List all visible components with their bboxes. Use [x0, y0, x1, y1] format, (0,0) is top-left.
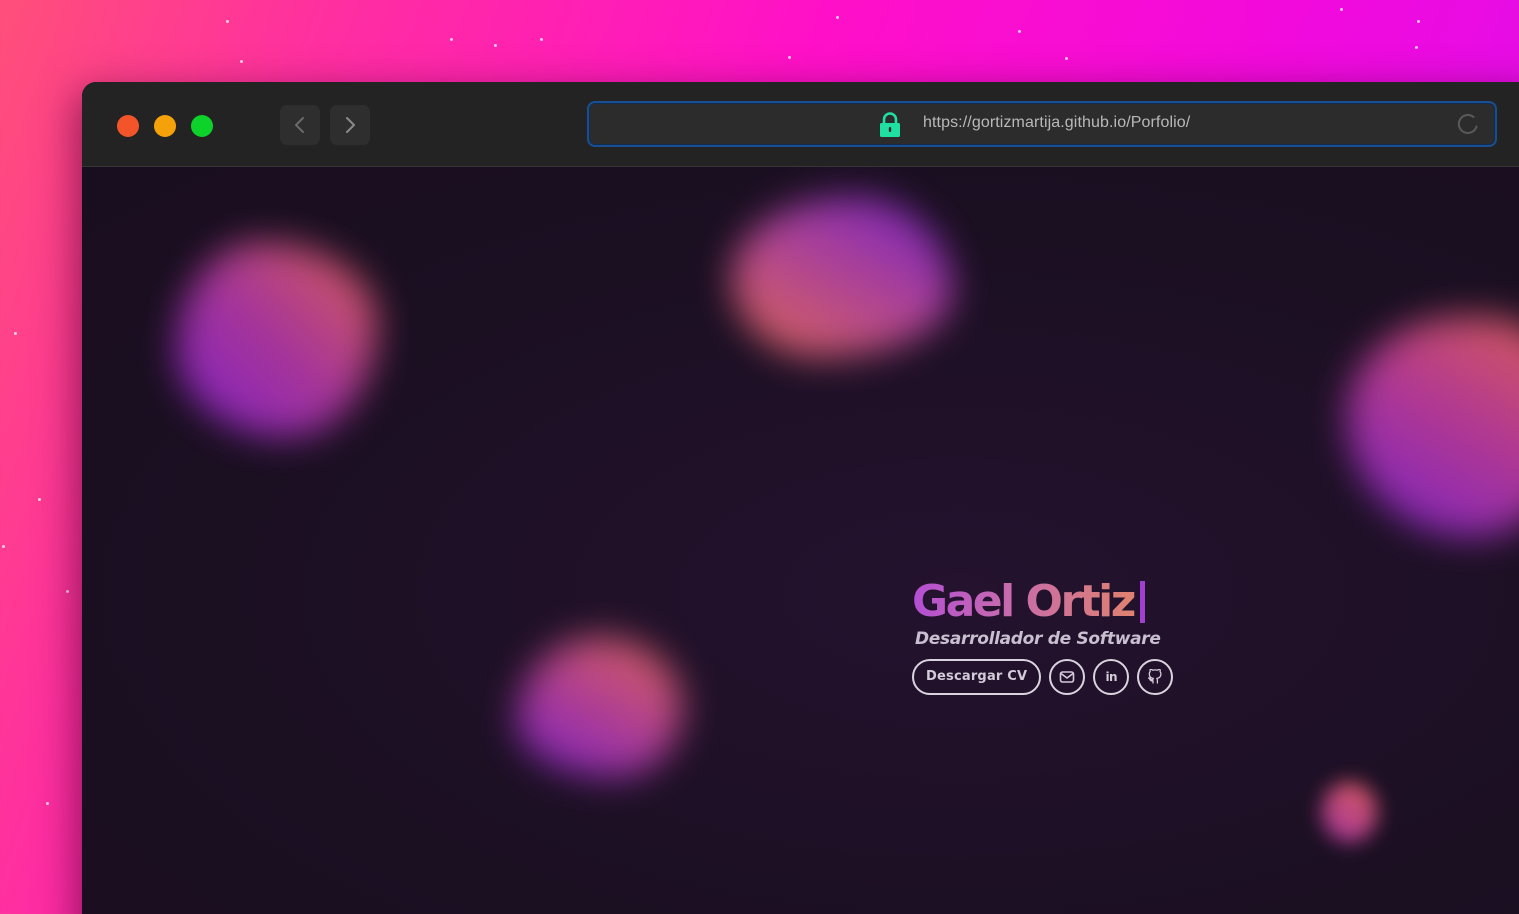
- page-content: Gael Ortiz Desarrollador de Software Des…: [82, 167, 1519, 914]
- hero-subtitle: Desarrollador de Software: [915, 629, 1161, 649]
- github-button[interactable]: [1137, 659, 1174, 695]
- star: [66, 590, 69, 593]
- linkedin-button[interactable]: in: [1093, 659, 1130, 695]
- decorative-blob: [732, 197, 952, 357]
- email-button[interactable]: [1049, 659, 1086, 695]
- star: [1417, 20, 1420, 23]
- star: [1340, 8, 1343, 11]
- star: [14, 332, 17, 335]
- close-window-button[interactable]: [117, 115, 139, 137]
- star: [788, 56, 791, 59]
- chevron-left-icon: [295, 117, 304, 133]
- decorative-blob: [1347, 317, 1519, 537]
- chevron-right-icon: [346, 117, 355, 133]
- browser-toolbar: https://gortizmartija.github.io/Porfolio…: [82, 82, 1519, 167]
- mail-icon: [1059, 671, 1075, 683]
- hero-actions: Descargar CV in: [912, 659, 1181, 695]
- url-text[interactable]: https://gortizmartija.github.io/Porfolio…: [923, 114, 1190, 132]
- star: [46, 802, 49, 805]
- back-button[interactable]: [280, 105, 320, 145]
- lock-icon: [880, 112, 900, 137]
- linkedin-icon: in: [1105, 670, 1118, 684]
- star: [494, 44, 497, 47]
- star: [240, 60, 243, 63]
- reload-icon[interactable]: [1455, 111, 1481, 137]
- decorative-blob: [1322, 782, 1377, 842]
- star: [540, 38, 543, 41]
- star: [38, 498, 41, 501]
- forward-button[interactable]: [330, 105, 370, 145]
- github-icon: [1148, 669, 1162, 684]
- download-cv-button[interactable]: Descargar CV: [912, 659, 1042, 695]
- typing-cursor: [1139, 581, 1145, 623]
- star: [1018, 30, 1021, 33]
- star: [836, 16, 839, 19]
- star: [2, 545, 5, 548]
- hero-name: Gael Ortiz: [912, 577, 1138, 627]
- star: [1065, 57, 1068, 60]
- hero-title-row: Gael Ortiz: [912, 577, 1181, 627]
- star: [226, 20, 229, 23]
- decorative-blob: [517, 637, 682, 777]
- minimize-window-button[interactable]: [154, 115, 176, 137]
- address-bar[interactable]: https://gortizmartija.github.io/Porfolio…: [587, 101, 1497, 147]
- browser-window: https://gortizmartija.github.io/Porfolio…: [82, 82, 1519, 914]
- maximize-window-button[interactable]: [191, 115, 213, 137]
- hero-section: Gael Ortiz Desarrollador de Software Des…: [912, 577, 1181, 695]
- star: [1415, 46, 1418, 49]
- star: [450, 38, 453, 41]
- decorative-blob: [177, 242, 377, 437]
